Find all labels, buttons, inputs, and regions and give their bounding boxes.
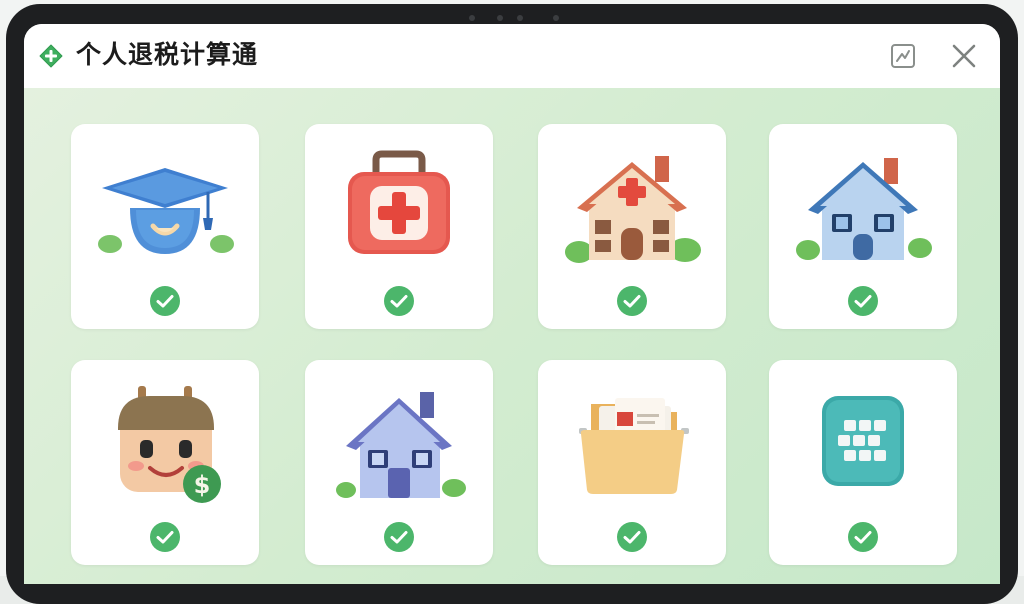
sensor-dot [497, 15, 503, 21]
sensor-dot [553, 15, 559, 21]
check-icon [150, 522, 180, 552]
close-icon [952, 44, 976, 68]
camera-lens [517, 15, 523, 21]
camera-bar [469, 13, 567, 23]
app-title: 个人退税计算通 [76, 40, 259, 69]
tile-rental[interactable] [305, 360, 493, 565]
title-bar: 个人退税计算通 [24, 24, 1000, 88]
svg-text:$: $ [194, 471, 211, 499]
tile-education[interactable] [71, 124, 259, 329]
teal-grid-app-icon [822, 396, 904, 486]
device-frame: 个人退税计算通 $ [0, 0, 1024, 604]
tile-housing-loan[interactable] [538, 124, 726, 329]
check-icon [848, 286, 878, 316]
tile-housing-rent[interactable] [769, 124, 957, 329]
check-icon [150, 286, 180, 316]
deduction-grid: $ [24, 88, 1000, 584]
green-plus-diamond-icon [39, 44, 63, 68]
medical-kit-icon [348, 150, 450, 254]
check-icon [848, 522, 878, 552]
tile-continuing-education[interactable] [538, 360, 726, 565]
tile-other[interactable] [769, 360, 957, 565]
blue-house-icon [796, 158, 932, 260]
minimize-window-button[interactable] [888, 41, 918, 71]
tile-elderly-support[interactable]: $ [71, 360, 259, 565]
minimize-window-icon [891, 44, 915, 68]
graduation-cap-icon [98, 168, 234, 254]
check-icon [384, 522, 414, 552]
house-with-cross-icon [565, 156, 701, 263]
folder-documents-icon [579, 398, 689, 494]
elderly-care-money-icon: $ [118, 386, 221, 503]
rental-house-icon [336, 392, 466, 498]
check-icon [384, 286, 414, 316]
check-icon [617, 286, 647, 316]
check-icon [617, 522, 647, 552]
app-window: 个人退税计算通 $ [24, 24, 1000, 584]
sensor-dot [469, 15, 475, 21]
close-button[interactable] [949, 41, 979, 71]
tile-medical[interactable] [305, 124, 493, 329]
